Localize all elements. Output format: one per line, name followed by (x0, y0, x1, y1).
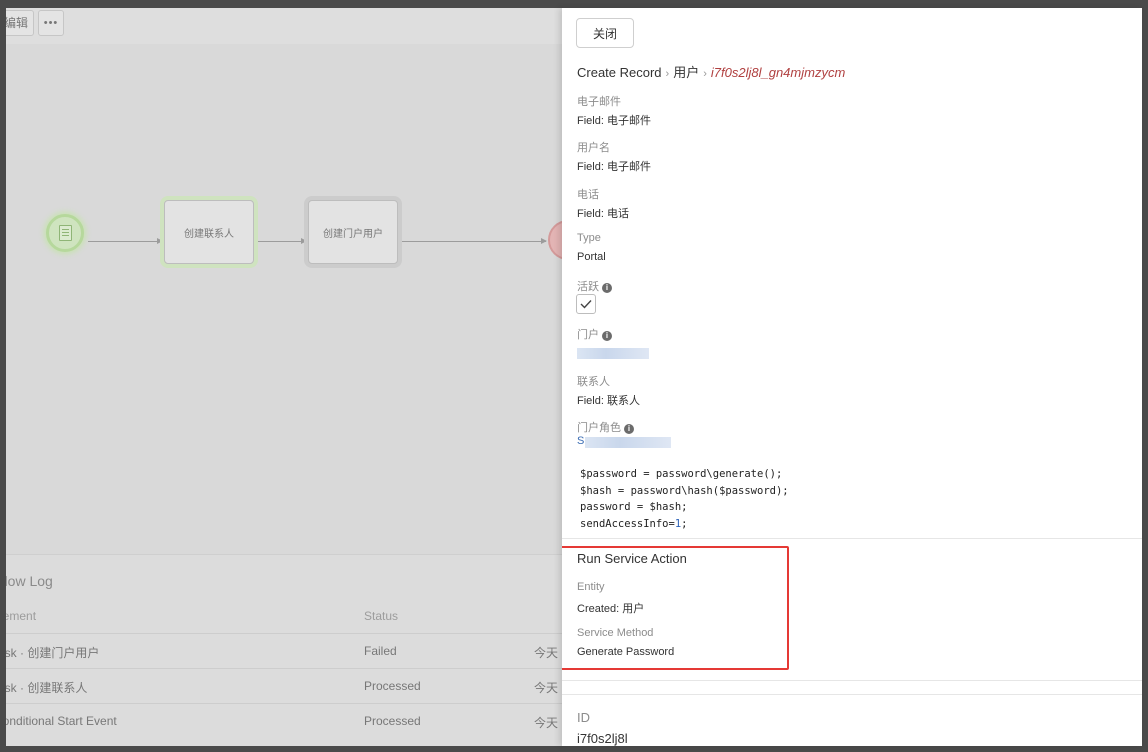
task-label: 创建门户用户 (323, 228, 383, 240)
more-button[interactable]: ••• (38, 10, 64, 36)
flow-edge (88, 238, 163, 244)
checkmark-icon (580, 300, 592, 309)
portal-role-link[interactable]: S (577, 435, 584, 447)
field-label-active: 活跃 i (577, 278, 612, 294)
redacted-portal-role-value (585, 437, 671, 448)
row-element: Conditional Start Event (6, 714, 117, 728)
field-value-username: Field: 电子邮件 (577, 161, 651, 173)
breadcrumb-action: Create Record (577, 65, 662, 80)
section-divider (562, 694, 1142, 695)
edit-button[interactable]: 编辑 (6, 10, 34, 36)
flow-edge (258, 238, 307, 244)
code-line: $password = password\generate(); (580, 468, 783, 480)
code-line: sendAccessInfo=1; (580, 518, 687, 530)
portal-role-label-text: 门户角色 (577, 422, 621, 434)
row-element: Task · 创建联系人 (6, 681, 88, 695)
highlight-box (562, 546, 789, 670)
flow-log-title: Flow Log (6, 573, 53, 589)
row-date: 今天 (534, 681, 559, 695)
task-node-create-portal-user[interactable]: 创建门户用户 (308, 200, 398, 264)
field-label-portal-role: 门户角色 i (577, 419, 634, 435)
task-node-create-contact[interactable]: 创建联系人 (164, 200, 254, 264)
close-button[interactable]: 关闭 (576, 18, 634, 48)
row-date: 今天 (534, 646, 559, 660)
info-icon[interactable]: i (602, 283, 612, 293)
column-header-status: Status (364, 609, 399, 623)
code-token: ; (681, 517, 688, 530)
chevron-right-icon: › (665, 68, 670, 80)
section-divider (562, 680, 1142, 681)
info-icon[interactable]: i (602, 331, 612, 341)
code-line: $hash = password\hash($password); (580, 484, 789, 497)
field-value-type: Portal (577, 251, 606, 263)
field-label-contact: 联系人 (577, 376, 610, 388)
active-checkbox[interactable] (576, 294, 596, 314)
redacted-portal-value (577, 348, 649, 359)
flow-edge (402, 238, 547, 244)
code-line: password = $hash; (580, 501, 688, 513)
breadcrumb-record-id[interactable]: i7f0s2lj8l_gn4mjmzycm (711, 65, 845, 80)
row-status: Processed (364, 679, 421, 693)
field-label-email: 电子邮件 (577, 96, 621, 108)
field-value-phone: Field: 电话 (577, 208, 629, 220)
breadcrumb: Create Record › 用户 › i7f0s2lj8l_gn4mjmzycm (577, 62, 845, 81)
field-value-contact: Field: 联系人 (577, 395, 640, 407)
start-event-node[interactable] (46, 214, 84, 252)
id-value: i7f0s2lj8l (577, 731, 628, 746)
row-date: 今天 (534, 716, 559, 730)
code-token: sendAccessInfo= (580, 517, 675, 530)
field-label-portal: 门户 i (577, 326, 612, 342)
breadcrumb-entity: 用户 (673, 65, 700, 80)
column-header-element: Element (6, 609, 37, 623)
section-divider (562, 538, 1142, 539)
portal-label-text: 门户 (577, 329, 599, 341)
detail-side-panel: 关闭 Create Record › 用户 › i7f0s2lj8l_gn4mjmzyc… (562, 8, 1142, 746)
chevron-right-icon: › (703, 68, 707, 80)
task-label: 创建联系人 (184, 228, 234, 240)
formula-code-block: $password = password\generate(); $hash =… (580, 466, 789, 532)
document-icon (59, 225, 72, 241)
row-status: Processed (364, 714, 421, 728)
info-icon[interactable]: i (624, 424, 634, 434)
id-label: ID (577, 710, 590, 725)
field-label-username: 用户名 (577, 142, 610, 154)
active-label-text: 活跃 (577, 281, 599, 293)
field-label-type: Type (577, 232, 601, 244)
field-value-email: Field: 电子邮件 (577, 115, 651, 127)
row-status: Failed (364, 644, 397, 658)
field-label-phone: 电话 (577, 189, 599, 201)
row-element: Task · 创建门户用户 (6, 646, 100, 660)
